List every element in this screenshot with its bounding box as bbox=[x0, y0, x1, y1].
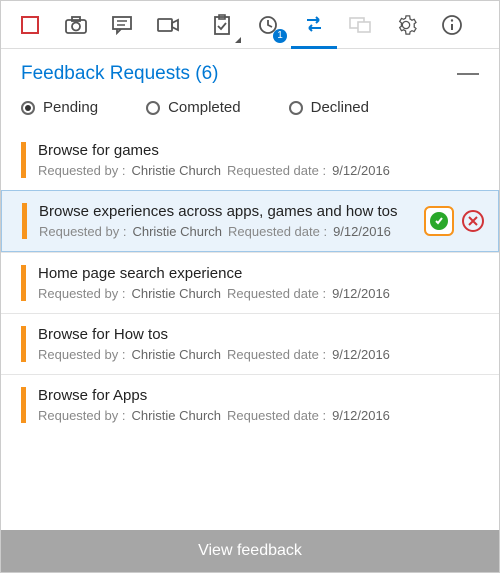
gear-icon[interactable] bbox=[383, 1, 429, 49]
requested-by-value: Christie Church bbox=[131, 286, 221, 301]
row-body: Home page search experience Requested by… bbox=[38, 265, 485, 301]
requested-by-value: Christie Church bbox=[131, 163, 221, 178]
sync-icon[interactable] bbox=[291, 1, 337, 49]
requested-by-label: Requested by : bbox=[38, 408, 125, 423]
requested-date-value: 9/12/2016 bbox=[332, 347, 390, 362]
feedback-row[interactable]: Browse for games Requested by : Christie… bbox=[1, 130, 499, 190]
accent-stripe bbox=[21, 265, 26, 301]
filter-label: Completed bbox=[168, 99, 241, 116]
row-body: Browse for games Requested by : Christie… bbox=[38, 142, 485, 178]
filter-group: Pending Completed Declined bbox=[1, 93, 499, 130]
collapse-icon[interactable] bbox=[457, 73, 479, 75]
accent-stripe bbox=[21, 326, 26, 362]
accent-stripe bbox=[22, 203, 27, 239]
row-title: Browse experiences across apps, games an… bbox=[39, 203, 412, 220]
stop-icon[interactable] bbox=[7, 1, 53, 49]
requested-by-label: Requested by : bbox=[38, 163, 125, 178]
row-meta: Requested by : Christie Church Requested… bbox=[38, 163, 485, 178]
requested-date-value: 9/12/2016 bbox=[332, 163, 390, 178]
check-icon bbox=[430, 212, 448, 230]
requested-date-label: Requested date : bbox=[227, 347, 326, 362]
row-title: Home page search experience bbox=[38, 265, 485, 282]
requested-by-label: Requested by : bbox=[39, 224, 126, 239]
history-icon[interactable]: 1 bbox=[245, 1, 291, 49]
toolbar: 1 bbox=[1, 1, 499, 49]
panel-title: Feedback Requests (6) bbox=[21, 63, 219, 85]
row-body: Browse experiences across apps, games an… bbox=[39, 203, 412, 239]
row-body: Browse for Apps Requested by : Christie … bbox=[38, 387, 485, 423]
clipboard-icon[interactable] bbox=[199, 1, 245, 49]
dropdown-indicator-icon bbox=[235, 37, 241, 43]
row-actions bbox=[424, 206, 484, 236]
requested-by-label: Requested by : bbox=[38, 286, 125, 301]
filter-declined[interactable]: Declined bbox=[289, 99, 369, 116]
decline-button[interactable] bbox=[462, 210, 484, 232]
radio-icon bbox=[21, 101, 35, 115]
requested-date-value: 9/12/2016 bbox=[333, 224, 391, 239]
feedback-row[interactable]: Browse experiences across apps, games an… bbox=[1, 190, 499, 252]
camera-icon[interactable] bbox=[53, 1, 99, 49]
view-feedback-button[interactable]: View feedback bbox=[1, 530, 499, 572]
filter-label: Declined bbox=[311, 99, 369, 116]
info-icon[interactable] bbox=[429, 1, 475, 49]
requested-date-value: 9/12/2016 bbox=[332, 286, 390, 301]
filter-label: Pending bbox=[43, 99, 98, 116]
video-icon[interactable] bbox=[145, 1, 191, 49]
accept-button[interactable] bbox=[424, 206, 454, 236]
requested-date-value: 9/12/2016 bbox=[332, 408, 390, 423]
feedback-list: Browse for games Requested by : Christie… bbox=[1, 130, 499, 530]
comment-icon[interactable] bbox=[99, 1, 145, 49]
row-meta: Requested by : Christie Church Requested… bbox=[38, 286, 485, 301]
filter-completed[interactable]: Completed bbox=[146, 99, 241, 116]
radio-icon bbox=[289, 101, 303, 115]
requested-date-label: Requested date : bbox=[227, 163, 326, 178]
row-meta: Requested by : Christie Church Requested… bbox=[38, 347, 485, 362]
requested-by-value: Christie Church bbox=[131, 347, 221, 362]
radio-icon bbox=[146, 101, 160, 115]
requested-date-label: Requested date : bbox=[227, 408, 326, 423]
row-title: Browse for games bbox=[38, 142, 485, 159]
row-title: Browse for How tos bbox=[38, 326, 485, 343]
requested-by-value: Christie Church bbox=[131, 408, 221, 423]
requested-by-label: Requested by : bbox=[38, 347, 125, 362]
screens-icon[interactable] bbox=[337, 1, 383, 49]
badge-count: 1 bbox=[273, 29, 287, 43]
feedback-row[interactable]: Browse for How tos Requested by : Christ… bbox=[1, 313, 499, 374]
panel-header: Feedback Requests (6) bbox=[1, 49, 499, 93]
filter-pending[interactable]: Pending bbox=[21, 99, 98, 116]
requested-by-value: Christie Church bbox=[132, 224, 222, 239]
requested-date-label: Requested date : bbox=[227, 286, 326, 301]
row-meta: Requested by : Christie Church Requested… bbox=[39, 224, 412, 239]
feedback-row[interactable]: Browse for Apps Requested by : Christie … bbox=[1, 374, 499, 435]
requested-date-label: Requested date : bbox=[228, 224, 327, 239]
accent-stripe bbox=[21, 142, 26, 178]
row-title: Browse for Apps bbox=[38, 387, 485, 404]
row-body: Browse for How tos Requested by : Christ… bbox=[38, 326, 485, 362]
row-meta: Requested by : Christie Church Requested… bbox=[38, 408, 485, 423]
accent-stripe bbox=[21, 387, 26, 423]
feedback-row[interactable]: Home page search experience Requested by… bbox=[1, 252, 499, 313]
